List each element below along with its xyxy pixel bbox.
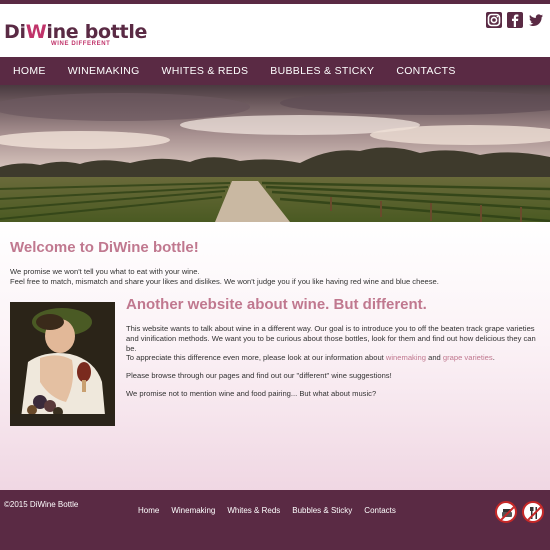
nav-whites-reds[interactable]: WHITES & REDS (162, 65, 249, 77)
no-food-pairing-icon (495, 501, 517, 523)
section-title: Another website about wine. But differen… (126, 296, 427, 313)
intro-text: We promise we won't tell you what to eat… (10, 267, 530, 286)
paragraph-2-end: . (492, 353, 495, 363)
paragraph-1: This website wants to talk about wine in… (126, 324, 536, 353)
instagram-icon[interactable] (486, 12, 502, 28)
footer-nav-contacts[interactable]: Contacts (364, 506, 396, 515)
twitter-icon[interactable] (528, 12, 544, 28)
site-footer: ©2015 DiWine Bottle Home Winemaking Whit… (0, 490, 550, 550)
footer-nav-winemaking[interactable]: Winemaking (171, 506, 215, 515)
footer-nav-home[interactable]: Home (138, 506, 159, 515)
bacchus-painting-image (10, 302, 115, 426)
social-links (486, 12, 544, 28)
footer-nav-bubbles-sticky[interactable]: Bubbles & Sticky (292, 506, 352, 515)
welcome-title: Welcome to DiWine bottle! (10, 239, 199, 256)
paragraph-4: We promise not to mention wine and food … (126, 388, 377, 398)
body-text: This website wants to talk about wine in… (126, 324, 536, 407)
nav-home[interactable]: HOME (13, 65, 46, 77)
main-navigation: HOME WINEMAKING WHITES & REDS BUBBLES & … (0, 57, 550, 85)
link-grape-varieties[interactable]: grape varieties (443, 353, 493, 362)
copyright-text: ©2015 DiWine Bottle (4, 500, 79, 509)
footer-navigation: Home Winemaking Whites & Reds Bubbles & … (138, 506, 408, 515)
paragraph-2-text: To appreciate this difference even more,… (126, 353, 386, 363)
nav-winemaking[interactable]: WINEMAKING (68, 65, 140, 77)
footer-nav-whites-reds[interactable]: Whites & Reds (227, 506, 280, 515)
site-header: DiWine bottle WINE DIFFERENT (0, 4, 550, 57)
intro-line-1: We promise we won't tell you what to eat… (10, 267, 200, 276)
no-cutlery-icon (522, 501, 544, 523)
hero-vineyard-image (0, 85, 550, 222)
site-logo[interactable]: DiWine bottle WINE DIFFERENT (4, 21, 148, 47)
nav-bubbles-sticky[interactable]: BUBBLES & STICKY (270, 65, 374, 77)
logo-tagline: WINE DIFFERENT (51, 41, 111, 47)
intro-line-2: Feel free to match, mismatch and share y… (10, 276, 439, 286)
main-content: Welcome to DiWine bottle! We promise we … (0, 222, 550, 490)
footer-badges (495, 501, 544, 523)
paragraph-2: To appreciate this difference even more,… (126, 353, 536, 363)
logo-wordmark: DiWine bottle (4, 21, 148, 43)
paragraph-2-and: and (426, 353, 443, 363)
facebook-icon[interactable] (507, 12, 523, 28)
paragraph-3: Please browse through our pages and find… (126, 371, 392, 381)
link-winemaking[interactable]: winemaking (386, 353, 426, 362)
nav-contacts[interactable]: CONTACTS (396, 65, 455, 77)
